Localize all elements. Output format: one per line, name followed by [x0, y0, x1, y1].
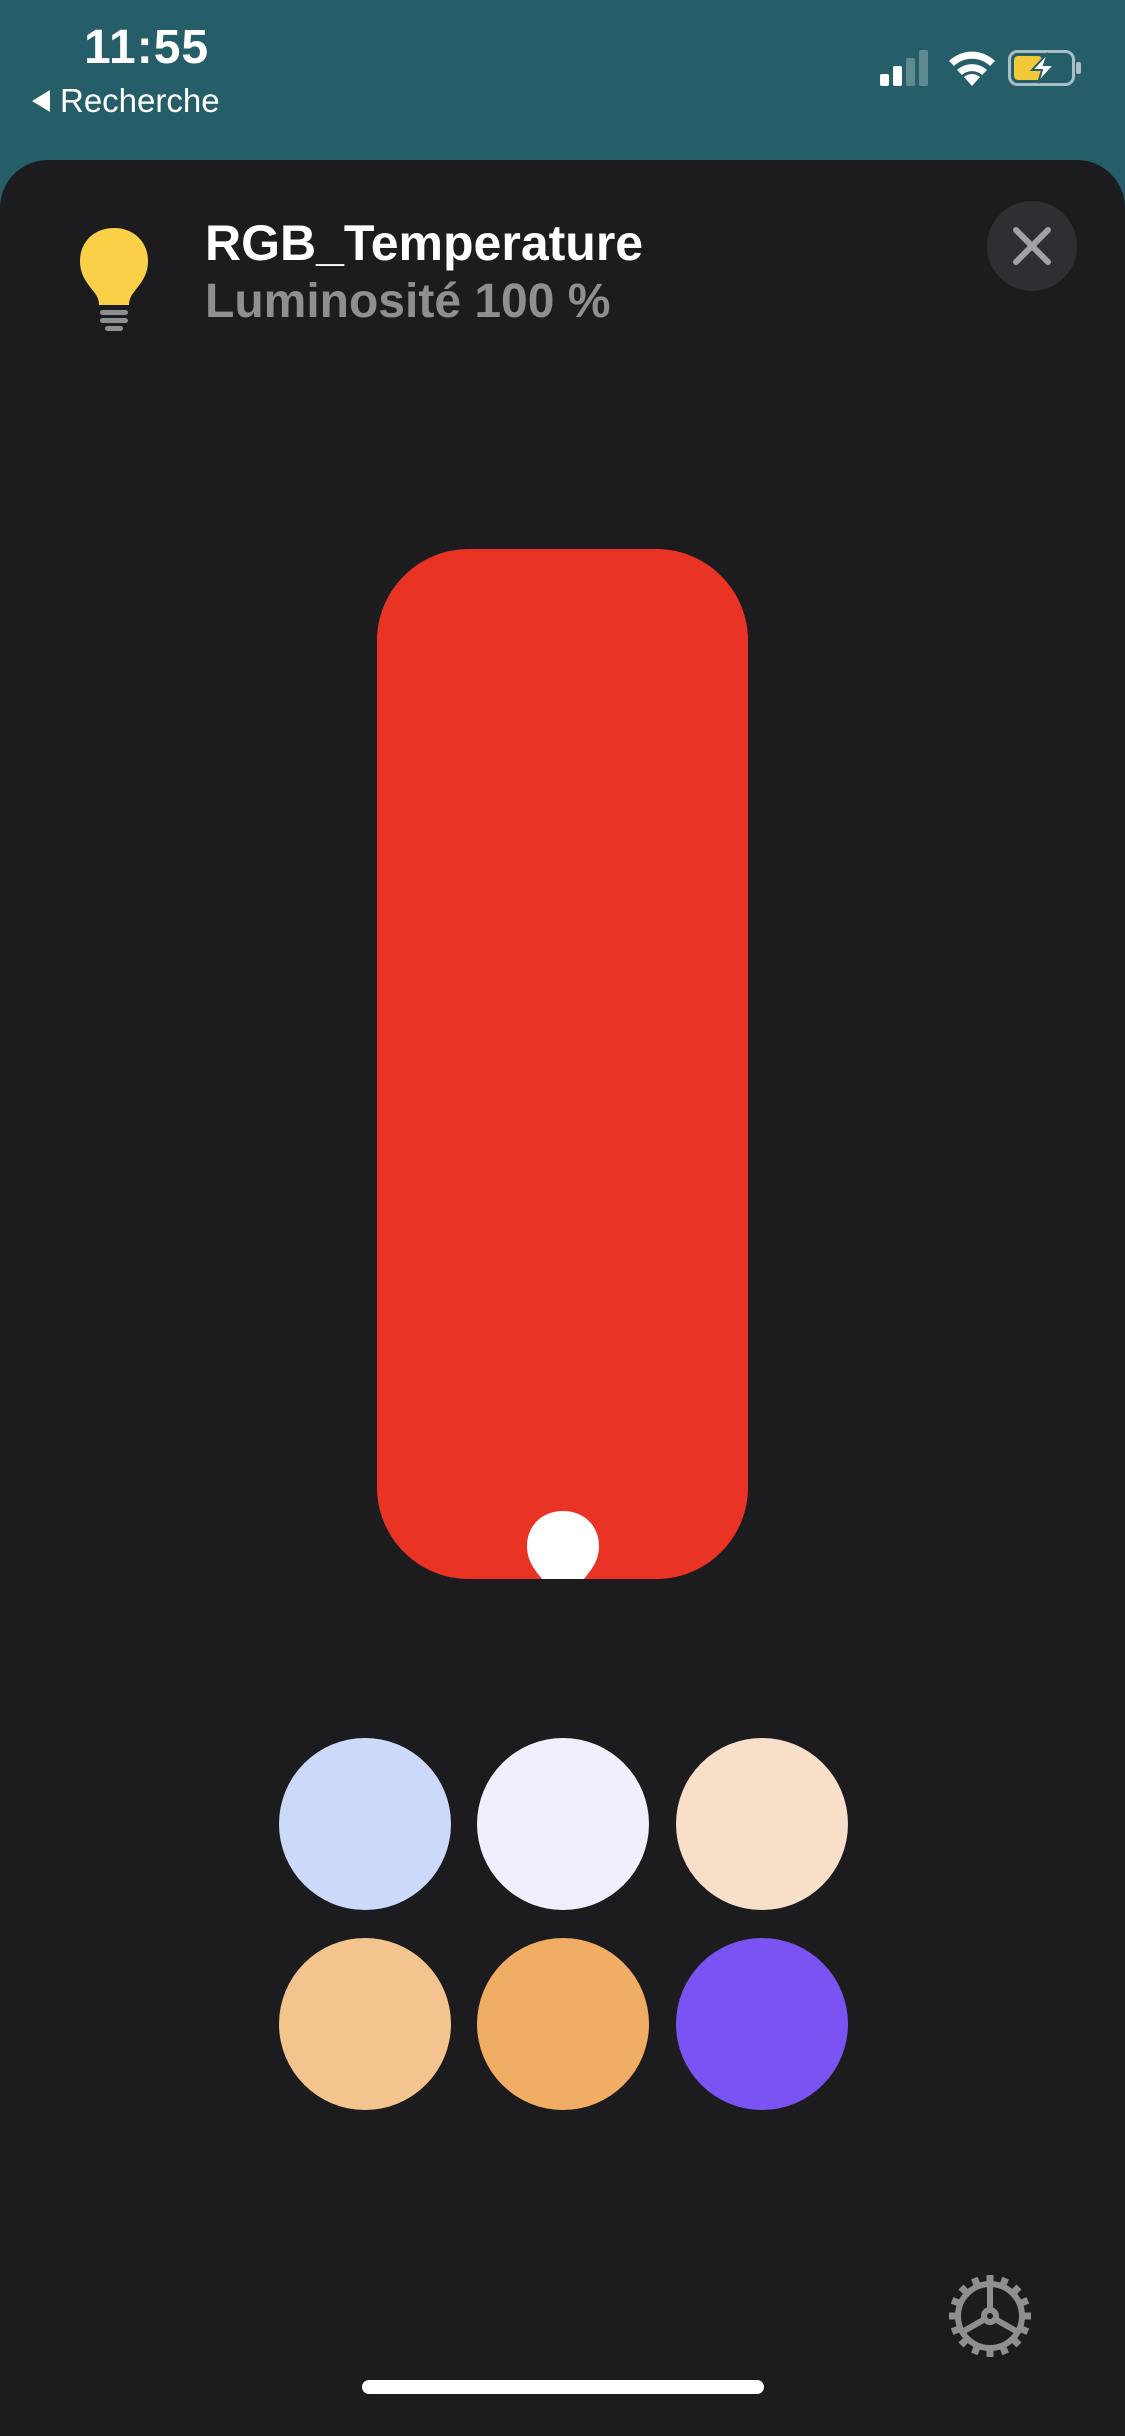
app-screen: 11:55 Recherche RGB_Temperature Luminosi… — [0, 0, 1125, 2436]
gear-icon[interactable] — [945, 2271, 1035, 2361]
color-swatch-soft-orange[interactable] — [279, 1938, 451, 2110]
back-link-label: Recherche — [60, 82, 220, 119]
accessory-sheet: RGB_Temperature Luminosité 100 % — [0, 160, 1125, 2436]
color-swatch-cool-blue[interactable] — [279, 1738, 451, 1910]
wifi-icon — [949, 51, 995, 86]
color-swatch-cool-white[interactable] — [477, 1738, 649, 1910]
color-swatch-purple[interactable] — [676, 1938, 848, 2110]
brightness-slider[interactable] — [377, 549, 748, 1579]
brightness-fill — [377, 549, 748, 1579]
device-title: RGB_Temperature — [205, 215, 644, 271]
close-icon — [1013, 227, 1051, 265]
lightbulb-icon — [527, 1511, 599, 1579]
back-arrow-icon — [32, 90, 50, 112]
battery-charging-icon — [1008, 50, 1081, 86]
brightness-status: Luminosité 100 % — [205, 275, 611, 328]
status-time: 11:55 — [84, 21, 210, 74]
signal-icon — [880, 50, 928, 86]
status-bar: 11:55 Recherche — [0, 0, 1125, 160]
back-to-search-link[interactable]: Recherche — [32, 82, 220, 120]
color-swatch-warm-white[interactable] — [676, 1738, 848, 1910]
color-swatch-orange[interactable] — [477, 1938, 649, 2110]
close-button[interactable] — [987, 201, 1077, 291]
home-indicator — [362, 2380, 764, 2394]
lightbulb-icon — [80, 228, 148, 331]
